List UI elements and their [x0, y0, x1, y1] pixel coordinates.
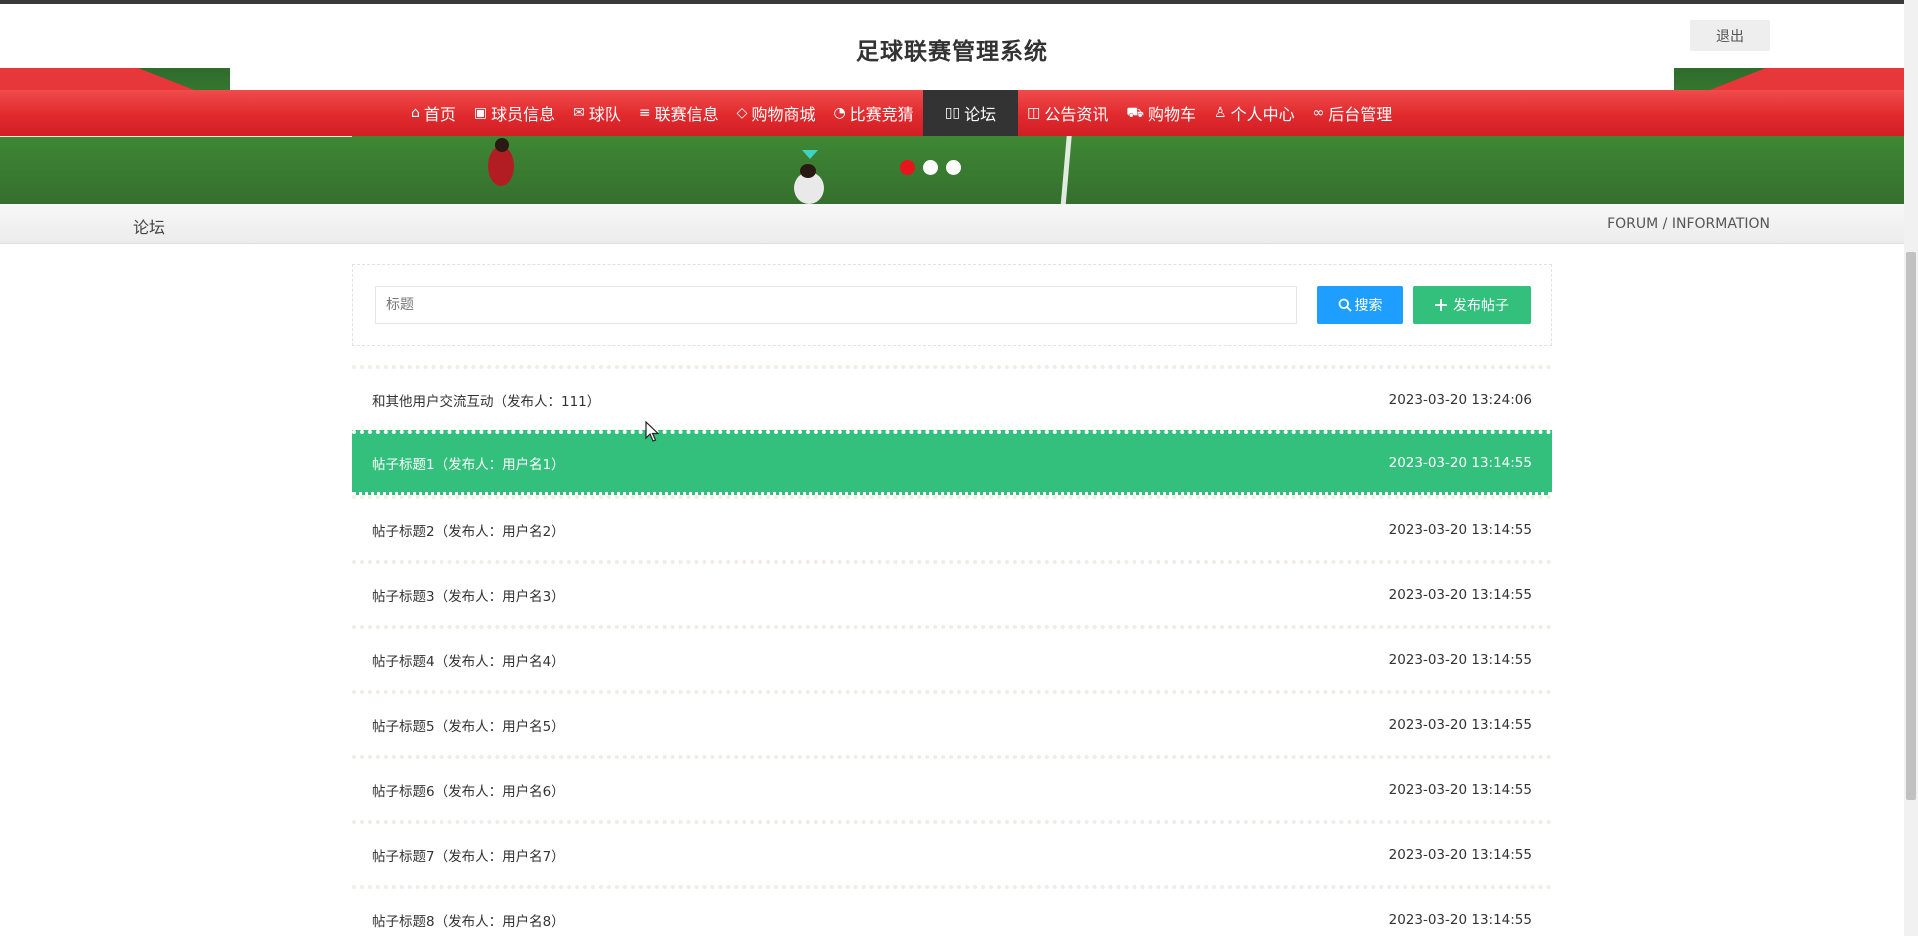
nav-list: ⌂ 首页 ▣ 球员信息 ✉ 球队 ≡ 联赛信息 ◇ 购物商城 ◔ 比赛竞猜 ▯▯ 论坛 ◫ 公告资讯 ⛟ 购物车 ♙…: [402, 90, 1401, 136]
post-title: 帖子标题6（发布人：用户名6）: [372, 783, 565, 800]
palette-icon: ◔: [833, 105, 846, 121]
cart-icon: ⛟: [1126, 105, 1144, 121]
post-row[interactable]: 帖子标题4（发布人：用户名4） 2023-03-20 13:14:55: [352, 625, 1552, 690]
new-post-button[interactable]: 发布帖子: [1413, 286, 1531, 324]
post-row[interactable]: 帖子标题1（发布人：用户名1） 2023-03-20 13:14:55: [352, 430, 1552, 495]
nav-item-label: 个人中心: [1230, 105, 1295, 124]
nav-item-8[interactable]: ⛟ 购物车: [1117, 90, 1205, 136]
nav-item-label: 比赛竞猜: [849, 105, 914, 124]
nav-item-3[interactable]: ≡ 联赛信息: [630, 90, 728, 136]
search-icon: [1338, 298, 1352, 312]
nav-item-label: 首页: [423, 105, 456, 124]
banner-carousel[interactable]: [0, 68, 1904, 204]
post-time: 2023-03-20 13:24:06: [1388, 391, 1532, 408]
nav-item-0[interactable]: ⌂ 首页: [402, 90, 465, 136]
nav-item-label: 球员信息: [491, 105, 556, 124]
breadcrumb-subtitle: FORUM / INFORMATION: [1607, 216, 1770, 232]
post-title: 和其他用户交流互动（发布人：111）: [372, 393, 601, 410]
book-open-icon: ▯▯: [944, 105, 961, 121]
gift-icon: ▣: [473, 105, 488, 121]
site-title: 足球联赛管理系统: [856, 39, 1048, 65]
new-post-button-label: 发布帖子: [1453, 298, 1509, 314]
carousel-dots: [900, 160, 961, 175]
search-button-label: 搜索: [1354, 298, 1383, 314]
link-icon: ∞: [1312, 105, 1325, 121]
post-row[interactable]: 帖子标题6（发布人：用户名6） 2023-03-20 13:14:55: [352, 755, 1552, 820]
nav-item-9[interactable]: ♙ 个人中心: [1205, 90, 1304, 136]
post-time: 2023-03-20 13:14:55: [1388, 455, 1532, 471]
search-panel: 搜索 发布帖子: [352, 264, 1552, 346]
post-row[interactable]: 帖子标题3（发布人：用户名3） 2023-03-20 13:14:55: [352, 560, 1552, 625]
post-title: 帖子标题3（发布人：用户名3）: [372, 588, 565, 605]
post-title: 帖子标题7（发布人：用户名7）: [372, 848, 565, 865]
window-top-border: [0, 0, 1918, 4]
nav-item-7[interactable]: ◫ 公告资讯: [1018, 90, 1117, 136]
post-title: 帖子标题8（发布人：用户名8）: [372, 913, 565, 930]
post-title: 帖子标题4（发布人：用户名4）: [372, 653, 565, 670]
logout-button[interactable]: 退出: [1690, 20, 1770, 51]
nav-item-1[interactable]: ▣ 球员信息: [465, 90, 564, 136]
carousel-dot[interactable]: [946, 160, 961, 175]
post-row[interactable]: 和其他用户交流互动（发布人：111） 2023-03-20 13:24:06: [352, 365, 1552, 430]
nav-item-label: 购物商城: [751, 105, 816, 124]
post-time: 2023-03-20 13:14:55: [1388, 586, 1532, 603]
plus-icon: [1435, 299, 1447, 311]
mail-icon: ✉: [573, 105, 585, 121]
scrollbar-thumb[interactable]: [1906, 252, 1916, 800]
user-icon: ♙: [1214, 105, 1227, 121]
post-list: 和其他用户交流互动（发布人：111） 2023-03-20 13:24:06 帖子标…: [352, 365, 1552, 936]
post-time: 2023-03-20 13:14:55: [1388, 521, 1532, 538]
breadcrumb: 论坛 FORUM / INFORMATION: [0, 204, 1904, 244]
nav-item-label: 后台管理: [1328, 105, 1393, 124]
reader-icon: ◫: [1027, 105, 1041, 121]
nav-item-label: 联赛信息: [654, 105, 719, 124]
nav-item-label: 公告资讯: [1044, 105, 1109, 124]
carousel-dot[interactable]: [923, 160, 938, 175]
carousel-dot[interactable]: [900, 160, 915, 175]
post-row[interactable]: 帖子标题8（发布人：用户名8） 2023-03-20 13:14:55: [352, 885, 1552, 936]
nav-item-2[interactable]: ✉ 球队: [564, 90, 630, 136]
post-time: 2023-03-20 13:14:55: [1388, 651, 1532, 668]
mouse-cursor-icon: [645, 421, 659, 442]
post-row[interactable]: 帖子标题7（发布人：用户名7） 2023-03-20 13:14:55: [352, 820, 1552, 885]
breadcrumb-current: 论坛: [133, 218, 166, 237]
post-row[interactable]: 帖子标题2（发布人：用户名2） 2023-03-20 13:14:55: [352, 495, 1552, 560]
nav-item-5[interactable]: ◔ 比赛竞猜: [824, 90, 922, 136]
nav-item-10[interactable]: ∞ 后台管理: [1304, 90, 1402, 136]
nav-item-label: 购物车: [1148, 105, 1197, 124]
post-title: 帖子标题2（发布人：用户名2）: [372, 523, 565, 540]
sliders-icon: ≡: [638, 105, 651, 121]
nav-item-4[interactable]: ◇ 购物商城: [728, 90, 825, 136]
post-time: 2023-03-20 13:14:55: [1388, 781, 1532, 798]
nav-item-label: 论坛: [964, 105, 997, 124]
post-title: 帖子标题1（发布人：用户名1）: [372, 457, 565, 473]
title-search-input[interactable]: [375, 286, 1297, 324]
post-time: 2023-03-20 13:14:55: [1388, 716, 1532, 733]
nav-item-label: 球队: [588, 105, 621, 124]
main-nav: ⌂ 首页 ▣ 球员信息 ✉ 球队 ≡ 联赛信息 ◇ 购物商城 ◔ 比赛竞猜 ▯▯ 论坛 ◫ 公告资讯 ⛟ 购物车 ♙…: [0, 90, 1904, 136]
tag-icon: ◇: [736, 105, 748, 121]
post-title: 帖子标题5（发布人：用户名5）: [372, 718, 565, 735]
post-time: 2023-03-20 13:14:55: [1388, 846, 1532, 863]
nav-item-6[interactable]: ▯▯ 论坛: [922, 90, 1019, 136]
search-button[interactable]: 搜索: [1317, 286, 1403, 324]
post-row[interactable]: 帖子标题5（发布人：用户名5） 2023-03-20 13:14:55: [352, 690, 1552, 755]
home-icon: ⌂: [411, 105, 420, 121]
post-time: 2023-03-20 13:14:55: [1388, 911, 1532, 928]
